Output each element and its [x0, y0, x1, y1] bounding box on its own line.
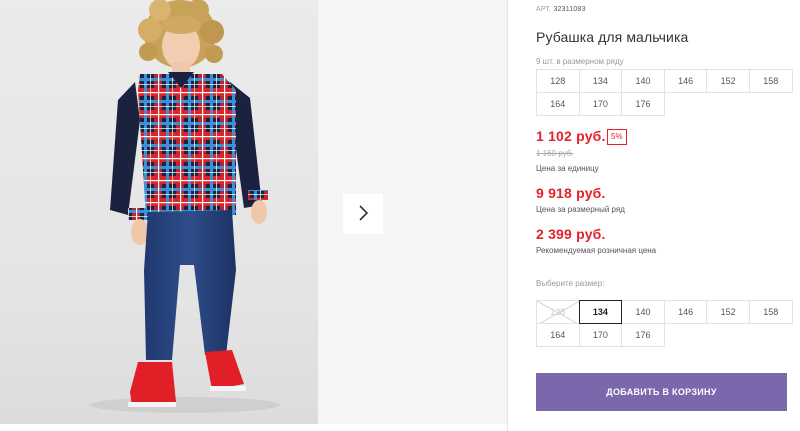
- size-option-label: 134: [592, 307, 608, 317]
- size-option[interactable]: 170: [578, 323, 623, 347]
- size-option[interactable]: 164: [536, 323, 580, 347]
- article-label: АРТ.: [536, 6, 552, 13]
- product-info-panel: АРТ. 32311083 Рубашка для мальчика 9 шт.…: [536, 0, 793, 431]
- retail-price-label: Рекомендуемая розничная цена: [536, 246, 657, 255]
- unit-price-label: Цена за единицу: [536, 164, 599, 173]
- retail-price: 2 399 руб.: [536, 226, 606, 242]
- size-option-label: 164: [550, 330, 566, 340]
- next-image-button[interactable]: [343, 194, 383, 234]
- size-option-label: 146: [678, 307, 694, 317]
- add-to-cart-button[interactable]: ДОБАВИТЬ В КОРЗИНУ: [536, 373, 787, 411]
- size-option[interactable]: 176: [621, 323, 665, 347]
- size-row-cell: 134: [578, 69, 623, 93]
- size-option[interactable]: 158: [748, 300, 793, 324]
- size-row-cell: 164: [536, 92, 580, 116]
- size-option[interactable]: 152: [706, 300, 750, 324]
- discount-badge: 5%: [607, 129, 627, 145]
- size-option-label: 176: [635, 330, 651, 340]
- chevron-right-icon: [357, 204, 369, 224]
- size-option[interactable]: 134: [578, 300, 623, 324]
- size-row-grid: 128 134 140 146 152 158 164 170 176: [536, 69, 793, 116]
- choose-size-label: Выберите размер:: [536, 279, 605, 288]
- size-selector: 128 134 140 146 152 158 164 170 176: [536, 300, 793, 347]
- size-option-label: 170: [592, 330, 608, 340]
- old-price: 1 160 руб.: [536, 149, 574, 158]
- size-row-cell: 176: [621, 92, 665, 116]
- row-price: 9 918 руб.: [536, 185, 606, 201]
- size-option[interactable]: 146: [663, 300, 708, 324]
- unit-price: 1 102 руб.: [536, 128, 606, 144]
- size-row-note: 9 шт. в размерном ряду: [536, 57, 624, 66]
- size-option[interactable]: 140: [621, 300, 665, 324]
- row-price-label: Цена за размерный ряд: [536, 205, 625, 214]
- product-photo[interactable]: [0, 0, 318, 424]
- size-option: 128: [536, 300, 580, 324]
- unavailable-cross-icon: [537, 301, 579, 323]
- product-title: Рубашка для мальчика: [536, 29, 689, 45]
- article-value: 32311083: [553, 6, 586, 13]
- product-gallery: [0, 0, 508, 431]
- size-row-cell: 146: [663, 69, 708, 93]
- size-row-cell: 170: [578, 92, 623, 116]
- size-option-label: 158: [763, 307, 779, 317]
- boy-in-plaid-shirt-image: [90, 0, 280, 413]
- size-row-cell: 158: [748, 69, 793, 93]
- size-row-cell: 128: [536, 69, 580, 93]
- size-row-cell: 152: [706, 69, 750, 93]
- size-row-cell: 140: [621, 69, 665, 93]
- size-option-label: 140: [635, 307, 651, 317]
- article-number: АРТ. 32311083: [536, 6, 586, 13]
- size-option-label: 152: [720, 307, 736, 317]
